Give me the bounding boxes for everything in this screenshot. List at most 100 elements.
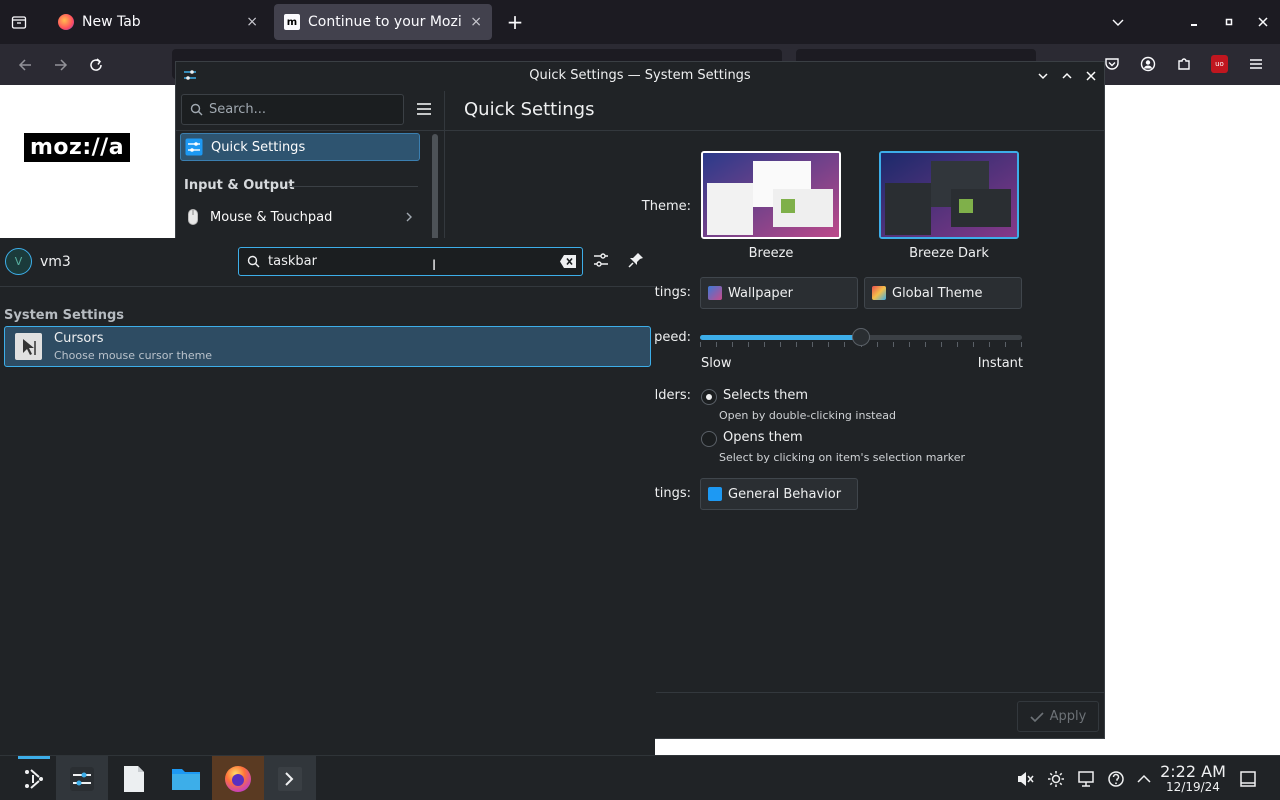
slider-tick	[844, 342, 846, 347]
reload-icon[interactable]	[85, 54, 107, 76]
menu-icon[interactable]	[1246, 54, 1266, 74]
quick-settings-icon	[185, 138, 203, 156]
volume-muted-icon[interactable]	[1014, 756, 1036, 800]
taskbar-system-settings[interactable]	[56, 756, 108, 800]
divider	[288, 186, 418, 187]
username: vm3	[40, 253, 71, 270]
pin-icon[interactable]	[627, 251, 647, 271]
general-behavior-icon	[708, 487, 722, 501]
search-query: taskbar	[268, 254, 317, 269]
settings-titlebar: Quick Settings — System Settings	[176, 62, 1104, 89]
chevron-up-icon[interactable]	[1134, 756, 1154, 800]
settings-search-field[interactable]: Search...	[181, 94, 404, 125]
avatar: V	[5, 248, 32, 275]
firefox-icon	[225, 765, 251, 792]
slider-tick	[892, 342, 894, 347]
divider	[656, 692, 1104, 693]
extensions-icon[interactable]	[1174, 54, 1194, 74]
wallpaper-button[interactable]: Wallpaper	[700, 277, 858, 309]
brightness-icon[interactable]	[1045, 756, 1067, 800]
slider-tick	[700, 342, 701, 347]
maximize-icon[interactable]	[1221, 12, 1237, 32]
terminal-icon	[278, 766, 302, 791]
window-title: Quick Settings — System Settings	[529, 68, 751, 83]
mozilla-icon: m	[284, 14, 300, 30]
clock-date: 12/19/24	[1166, 779, 1220, 794]
theme-label: Theme:	[641, 199, 691, 214]
theme-breeze-dark-name: Breeze Dark	[909, 246, 989, 261]
radio-description: Select by clicking on item's selection m…	[719, 451, 965, 464]
chevron-down-icon[interactable]	[1108, 12, 1128, 32]
tab-list-icon[interactable]	[8, 12, 30, 32]
ublock-icon[interactable]: uo	[1211, 55, 1228, 73]
animation-speed-slider[interactable]	[700, 328, 1022, 348]
slider-tick	[876, 342, 878, 347]
clock-time: 2:22 AM	[1160, 761, 1226, 781]
slider-tick	[988, 342, 990, 347]
pocket-icon[interactable]	[1102, 54, 1122, 74]
back-icon[interactable]	[14, 54, 36, 76]
slider-handle[interactable]	[852, 328, 870, 346]
taskbar-text-editor[interactable]	[108, 756, 160, 800]
sidebar-item-mouse-touchpad[interactable]: Mouse & Touchpad	[180, 203, 420, 231]
account-icon[interactable]	[1138, 54, 1158, 74]
sidebar-item-label: Quick Settings	[211, 139, 306, 155]
result-item-cursors[interactable]: Cursors Choose mouse cursor theme	[4, 326, 651, 367]
tab-mozilla[interactable]: m Continue to your Mozilla ×	[274, 4, 492, 40]
text-cursor-icon: I	[432, 258, 437, 274]
global-theme-button[interactable]: Global Theme	[864, 277, 1022, 309]
forward-icon[interactable]	[50, 54, 72, 76]
slider-tick	[748, 342, 750, 347]
configure-icon[interactable]	[592, 251, 612, 271]
hamburger-menu-icon[interactable]	[415, 100, 435, 120]
mozilla-logo[interactable]: moz://a	[24, 133, 131, 162]
wallpaper-icon	[708, 286, 722, 300]
button-label: General Behavior	[728, 486, 842, 502]
help-icon[interactable]	[1105, 756, 1127, 800]
page-title: Quick Settings	[464, 99, 595, 120]
general-behavior-button[interactable]: General Behavior	[700, 478, 858, 510]
launcher-search-panel: V vm3 taskbar I System Settings Cursors …	[0, 238, 655, 755]
slider-tick	[812, 342, 814, 347]
sidebar-item-quick-settings[interactable]: Quick Settings	[180, 133, 420, 161]
close-window-icon[interactable]	[1254, 12, 1272, 32]
apply-button[interactable]: Apply	[1017, 701, 1099, 732]
minimize-icon[interactable]	[1186, 12, 1202, 32]
slider-tick	[796, 342, 798, 347]
maximize-icon[interactable]	[1057, 66, 1077, 86]
theme-breeze-name: Breeze	[748, 246, 794, 261]
slider-tick	[924, 342, 926, 347]
radio-selects-them[interactable]	[701, 389, 717, 405]
sidebar-scrollbar[interactable]	[432, 134, 438, 254]
user-info[interactable]: V vm3	[5, 248, 71, 275]
taskbar: 2:22 AM 12/19/24	[0, 755, 1280, 800]
radio-opens-them[interactable]	[701, 431, 717, 447]
slider-tick	[732, 342, 734, 347]
firefox-tab-strip: New Tab × m Continue to your Mozilla × +	[0, 0, 1280, 44]
taskbar-firefox[interactable]	[212, 756, 264, 800]
show-desktop-icon[interactable]	[1236, 756, 1260, 800]
close-tab-icon[interactable]: ×	[470, 14, 482, 30]
close-tab-icon[interactable]: ×	[246, 14, 258, 30]
result-subtitle: Choose mouse cursor theme	[54, 349, 213, 362]
slider-tick	[908, 342, 910, 347]
new-tab-button[interactable]: +	[504, 10, 526, 34]
taskbar-file-manager[interactable]	[160, 756, 212, 800]
result-category: System Settings	[4, 308, 125, 323]
global-theme-icon	[872, 286, 886, 300]
button-label: Apply	[1049, 709, 1087, 724]
network-wired-icon[interactable]	[1075, 756, 1097, 800]
theme-breeze-dark-preview[interactable]	[879, 151, 1019, 239]
application-launcher-button[interactable]	[8, 756, 60, 800]
slider-tick	[956, 342, 958, 347]
digital-clock[interactable]: 2:22 AM 12/19/24	[1158, 756, 1228, 800]
clear-text-icon[interactable]	[559, 254, 577, 269]
theme-breeze-preview[interactable]	[701, 151, 841, 239]
minimize-icon[interactable]	[1033, 66, 1053, 86]
close-window-icon[interactable]	[1081, 66, 1101, 86]
taskbar-terminal[interactable]	[264, 756, 316, 800]
tab-new-tab[interactable]: New Tab ×	[48, 4, 268, 40]
mouse-icon	[188, 209, 198, 225]
chevron-right-icon	[406, 212, 412, 222]
launcher-search-input[interactable]: taskbar	[238, 247, 583, 276]
